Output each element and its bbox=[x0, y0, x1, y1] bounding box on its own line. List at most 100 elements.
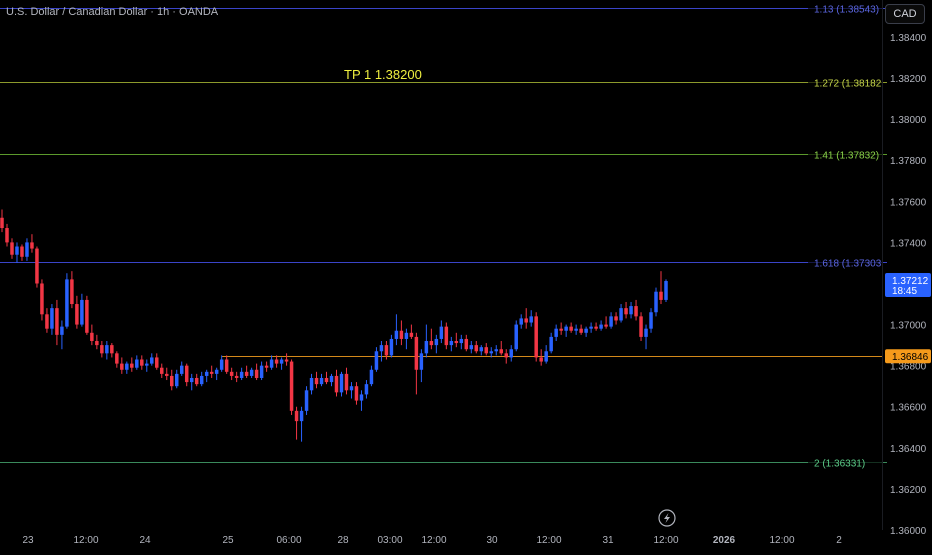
candle-body bbox=[169, 375, 174, 387]
candle-body bbox=[474, 345, 479, 352]
candle-body bbox=[629, 306, 633, 315]
candle-body bbox=[624, 308, 628, 315]
candle-body bbox=[584, 328, 588, 333]
currency-button[interactable]: CAD bbox=[885, 4, 925, 24]
candle-body bbox=[384, 345, 389, 356]
candle-body bbox=[479, 347, 484, 352]
time-axis-tick: 03:00 bbox=[377, 535, 402, 546]
time-axis-tick: 06:00 bbox=[276, 535, 301, 546]
candle-body bbox=[599, 324, 603, 329]
price-chart[interactable]: 1.13 (1.38543) 1.272 (1.38182 1.41 (1.3783… bbox=[0, 0, 932, 550]
candle-body bbox=[174, 373, 179, 387]
candle-body bbox=[419, 353, 424, 370]
price-axis-tick: 1.38200 bbox=[890, 74, 927, 85]
candle-body bbox=[160, 367, 164, 374]
candle-body bbox=[614, 316, 618, 321]
candle-body bbox=[150, 357, 154, 364]
candle-body bbox=[209, 371, 214, 374]
price-axis-tick: 1.37400 bbox=[890, 238, 927, 249]
candle-body bbox=[554, 328, 558, 337]
time-axis-tick: 25 bbox=[222, 535, 234, 546]
candle-body bbox=[204, 371, 209, 376]
candle-body bbox=[35, 248, 39, 284]
candle-body bbox=[374, 351, 379, 370]
candle-body bbox=[155, 357, 159, 368]
candle-body bbox=[194, 377, 199, 385]
candle-body bbox=[664, 281, 668, 300]
candle-body bbox=[125, 363, 129, 370]
time-axis-tick: 2 bbox=[836, 535, 842, 546]
fib-level-label: 2 (1.36331) bbox=[814, 459, 865, 470]
candle-body bbox=[394, 330, 399, 339]
support-price-value: 1.36846 bbox=[892, 352, 929, 363]
candle-body bbox=[499, 349, 503, 354]
candle-body bbox=[189, 377, 194, 383]
candle-body bbox=[534, 316, 538, 358]
candle-body bbox=[414, 336, 419, 370]
candle-body bbox=[379, 345, 384, 352]
candle-body bbox=[484, 347, 489, 354]
candle-body bbox=[334, 375, 339, 393]
candle-body bbox=[25, 242, 29, 257]
candle-body bbox=[449, 341, 454, 346]
candle-body bbox=[544, 351, 548, 362]
candle-body bbox=[464, 338, 469, 350]
candle-body bbox=[539, 357, 543, 362]
time-axis-tick: 12:00 bbox=[536, 535, 561, 546]
candle-body bbox=[389, 338, 394, 356]
candle-body bbox=[509, 349, 513, 358]
candle-body bbox=[184, 365, 189, 383]
price-axis-tick: 1.37000 bbox=[890, 321, 927, 332]
candle-body bbox=[179, 365, 184, 374]
candle-body bbox=[424, 341, 429, 354]
candle-body bbox=[55, 308, 59, 335]
time-axis-tick: 23 bbox=[22, 535, 34, 546]
candle-body bbox=[399, 330, 404, 339]
candle-body bbox=[15, 246, 19, 255]
price-axis-tick: 1.36800 bbox=[890, 362, 927, 373]
time-axis-tick: 12:00 bbox=[421, 535, 446, 546]
candle-body bbox=[294, 410, 299, 422]
time-axis-tick: 30 bbox=[486, 535, 498, 546]
time-axis-tick: 2026 bbox=[713, 535, 736, 546]
fib-level-label: 1.618 (1.37303 bbox=[814, 259, 882, 270]
candle-body bbox=[234, 375, 239, 378]
candle-body bbox=[50, 308, 54, 329]
tp-label: TP 1 1.38200 bbox=[344, 67, 422, 82]
candle-body bbox=[65, 279, 69, 327]
candle-body bbox=[100, 345, 104, 354]
candle-body bbox=[269, 359, 274, 368]
candle-body bbox=[304, 390, 309, 411]
candle-body bbox=[439, 326, 444, 339]
candle-body bbox=[434, 338, 439, 346]
candle-body bbox=[239, 371, 244, 378]
candle-body bbox=[140, 359, 144, 366]
price-axis-tick: 1.38000 bbox=[890, 115, 927, 126]
candle-body bbox=[469, 345, 474, 350]
price-axis-tick: 1.38400 bbox=[890, 33, 927, 44]
fib-level-label: 1.41 (1.37832) bbox=[814, 151, 879, 162]
chart-title: U.S. Dollar / Canadian Dollar · 1h · OAN… bbox=[6, 6, 219, 18]
candle-body bbox=[634, 306, 638, 317]
candle-body bbox=[369, 369, 374, 385]
candle-body bbox=[404, 332, 409, 339]
candle-body bbox=[130, 363, 134, 368]
candle-body bbox=[489, 351, 494, 354]
candle-body bbox=[559, 328, 563, 331]
candle-body bbox=[214, 369, 219, 374]
lightning-icon[interactable] bbox=[658, 509, 676, 527]
time-axis-tick: 12:00 bbox=[769, 535, 794, 546]
countdown-timer: 18:45 bbox=[892, 286, 917, 297]
price-axis-tick: 1.37800 bbox=[890, 156, 927, 167]
candle-body bbox=[309, 377, 314, 391]
candle-body bbox=[254, 369, 259, 378]
candle-body bbox=[639, 316, 643, 337]
chart-area[interactable]: 1.13 (1.38543) 1.272 (1.38182 1.41 (1.3783… bbox=[0, 0, 932, 550]
candle-body bbox=[105, 345, 109, 354]
candle-body bbox=[659, 291, 663, 300]
candle-body bbox=[359, 394, 364, 401]
candle-body bbox=[609, 316, 613, 327]
candle-body bbox=[259, 365, 264, 378]
candle-body bbox=[115, 353, 119, 364]
candle-body bbox=[274, 359, 279, 364]
